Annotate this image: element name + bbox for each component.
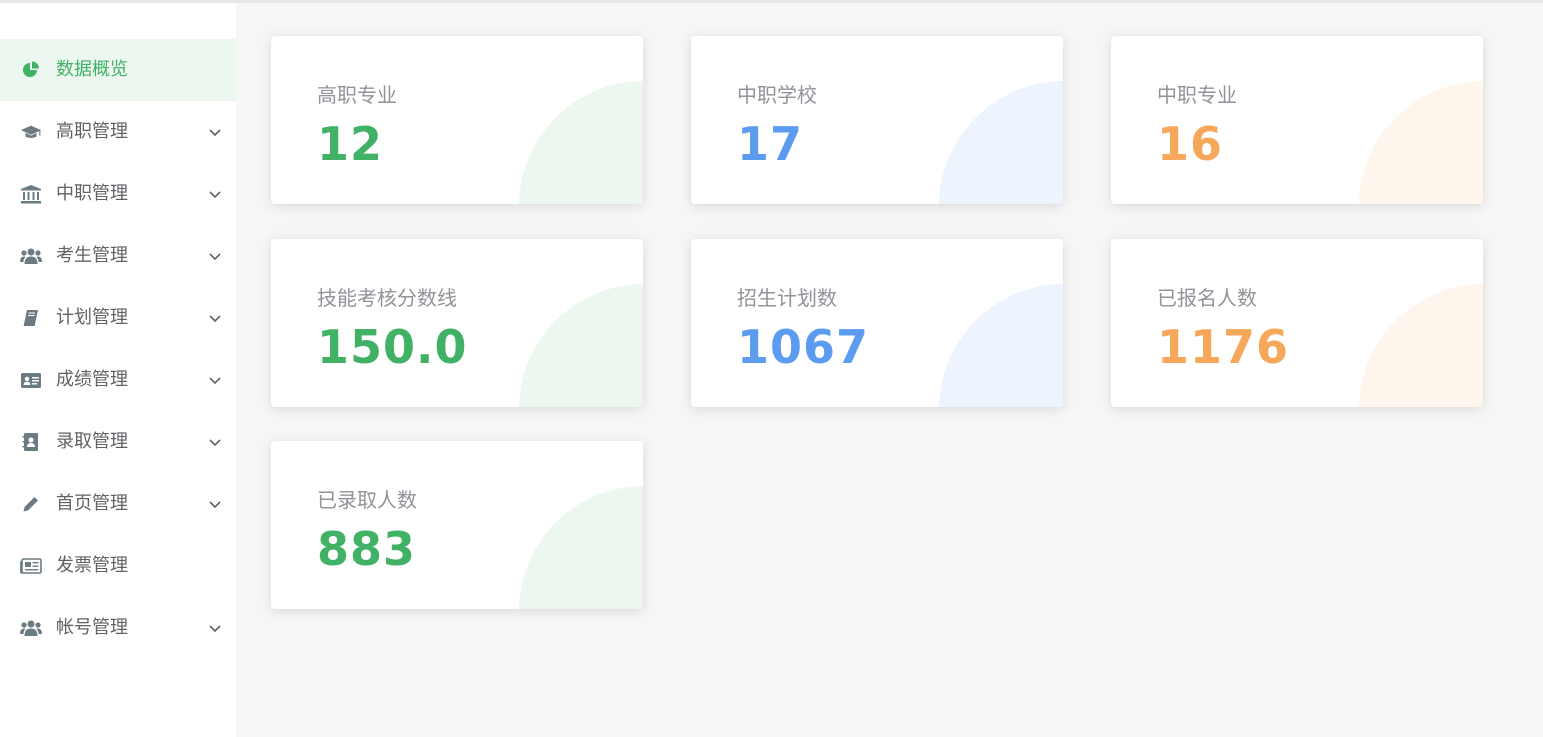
card-decoration — [519, 486, 643, 609]
book-icon — [20, 308, 42, 328]
sidebar-item-vocational-college[interactable]: 高职管理 — [0, 101, 236, 163]
chevron-down-icon — [209, 253, 221, 261]
sidebar-item-secondary-vocational[interactable]: 中职管理 — [0, 163, 236, 225]
chevron-down-icon — [209, 625, 221, 633]
stat-card-value: 150.0 — [317, 320, 468, 374]
chevron-down-icon — [209, 439, 221, 447]
stat-card-admitted[interactable]: 已录取人数 883 — [271, 441, 643, 609]
stat-card-title: 已录取人数 — [317, 488, 417, 512]
sidebar-item-homepage[interactable]: 首页管理 — [0, 473, 236, 535]
users-icon — [20, 246, 42, 266]
stat-card-secondary-majors[interactable]: 中职专业 16 — [1111, 36, 1483, 204]
sidebar-item-accounts[interactable]: 帐号管理 — [0, 597, 236, 659]
sidebar-item-invoices[interactable]: 发票管理 — [0, 535, 236, 597]
stat-card-title: 技能考核分数线 — [317, 286, 457, 310]
pencil-icon — [20, 494, 42, 514]
sidebar-item-plans[interactable]: 计划管理 — [0, 287, 236, 349]
stat-card-title: 中职学校 — [737, 83, 817, 107]
sidebar-item-label: 高职管理 — [56, 121, 128, 142]
sidebar-item-data-overview[interactable]: 数据概览 — [0, 39, 236, 101]
chevron-down-icon — [209, 129, 221, 137]
card-decoration — [1359, 284, 1483, 407]
bank-icon — [20, 184, 42, 204]
card-decoration — [519, 284, 643, 407]
id-card-icon — [20, 370, 42, 390]
stat-card-value: 17 — [737, 117, 804, 171]
card-decoration — [519, 81, 643, 204]
stat-card-title: 已报名人数 — [1157, 286, 1257, 310]
chevron-down-icon — [209, 315, 221, 323]
sidebar-item-admission[interactable]: 录取管理 — [0, 411, 236, 473]
sidebar-item-label: 发票管理 — [56, 555, 128, 576]
sidebar-menu: 数据概览 高职管理 中职管理 考生管理 计划管理 成绩管理 录取管理 首页管理 … — [0, 39, 236, 659]
chevron-down-icon — [209, 501, 221, 509]
contact-book-icon — [20, 432, 42, 452]
sidebar: 数据概览 高职管理 中职管理 考生管理 计划管理 成绩管理 录取管理 首页管理 … — [0, 3, 236, 737]
stat-card-title: 招生计划数 — [737, 286, 837, 310]
card-decoration — [939, 81, 1063, 204]
stat-card-skill-cutoff[interactable]: 技能考核分数线 150.0 — [271, 239, 643, 407]
stat-card-vocational-majors[interactable]: 高职专业 12 — [271, 36, 643, 204]
card-decoration — [1359, 81, 1483, 204]
stat-card-value: 1176 — [1157, 320, 1290, 374]
sidebar-item-label: 录取管理 — [56, 431, 128, 452]
stat-card-secondary-schools[interactable]: 中职学校 17 — [691, 36, 1063, 204]
sidebar-item-label: 成绩管理 — [56, 369, 128, 390]
stat-card-registered[interactable]: 已报名人数 1176 — [1111, 239, 1483, 407]
stat-card-value: 883 — [317, 522, 417, 576]
sidebar-item-label: 首页管理 — [56, 493, 128, 514]
sidebar-item-scores[interactable]: 成绩管理 — [0, 349, 236, 411]
sidebar-item-label: 数据概览 — [56, 59, 128, 80]
newspaper-icon — [20, 556, 42, 576]
stat-card-enrollment-plan[interactable]: 招生计划数 1067 — [691, 239, 1063, 407]
sidebar-item-label: 计划管理 — [56, 307, 128, 328]
stat-card-value: 1067 — [737, 320, 870, 374]
sidebar-item-label: 考生管理 — [56, 245, 128, 266]
stat-card-value: 16 — [1157, 117, 1224, 171]
graduation-cap-icon — [20, 122, 42, 142]
sidebar-item-label: 帐号管理 — [56, 617, 128, 638]
sidebar-item-candidates[interactable]: 考生管理 — [0, 225, 236, 287]
stat-card-title: 中职专业 — [1157, 83, 1237, 107]
card-decoration — [939, 284, 1063, 407]
pie-chart-icon — [20, 60, 42, 80]
chevron-down-icon — [209, 377, 221, 385]
sidebar-item-label: 中职管理 — [56, 183, 128, 204]
stat-card-value: 12 — [317, 117, 384, 171]
users-icon — [20, 618, 42, 638]
chevron-down-icon — [209, 191, 221, 199]
stat-card-title: 高职专业 — [317, 83, 397, 107]
